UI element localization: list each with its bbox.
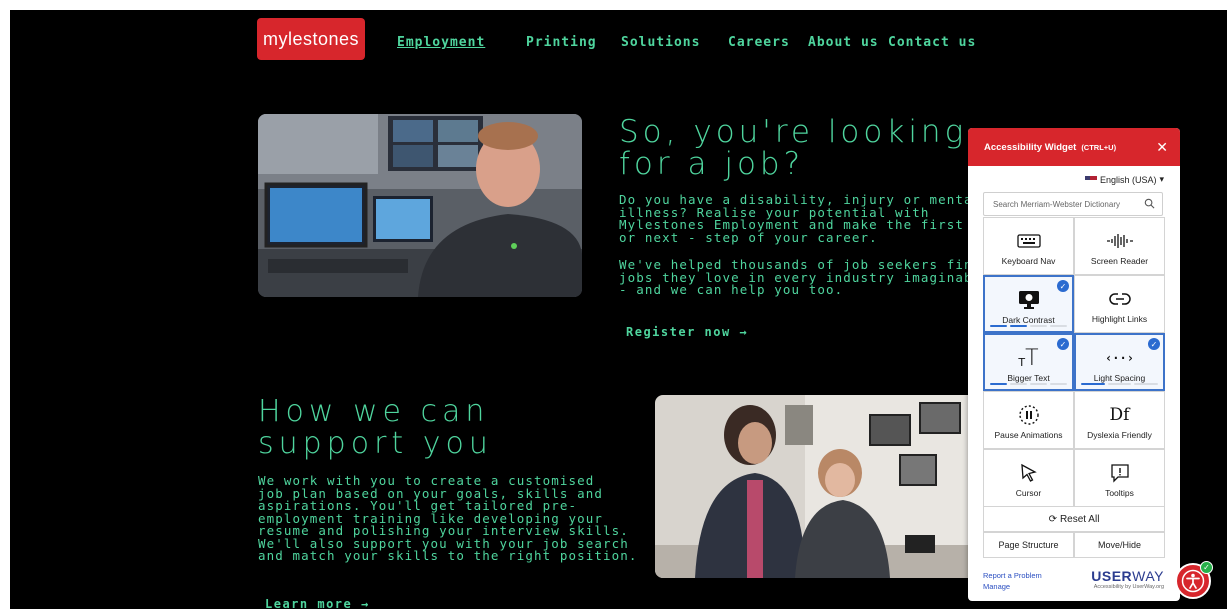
brand-light: WAY xyxy=(1132,568,1164,584)
mylestones-logo[interactable]: mylestones xyxy=(257,18,365,60)
language-selector[interactable]: English (USA) ▾ xyxy=(1084,174,1164,185)
active-check-icon: ✓ xyxy=(1200,561,1213,574)
nav-about-us[interactable]: About us xyxy=(808,35,879,50)
widget-header: Accessibility Widget (CTRL+U) ✕ xyxy=(968,128,1180,166)
nav-printing[interactable]: Printing xyxy=(526,35,597,50)
register-now-link[interactable]: Register now → xyxy=(626,325,748,339)
cursor-icon xyxy=(1019,461,1039,485)
userway-brand[interactable]: USERWAY Accessibility by UserWay.org xyxy=(1091,568,1164,590)
level-indicator xyxy=(990,325,1067,327)
tile-label: Bigger Text xyxy=(1007,373,1050,383)
check-icon: ✓ xyxy=(1057,280,1069,292)
tile-label: Light Spacing xyxy=(1093,373,1146,383)
tile-label: Tooltips xyxy=(1105,488,1134,498)
pause-icon xyxy=(1018,403,1040,427)
tile-label: Dyslexia Friendly xyxy=(1087,430,1152,440)
language-label: English (USA) xyxy=(1099,174,1157,185)
tile-label: Dark Contrast xyxy=(1002,315,1055,325)
dictionary-search xyxy=(983,192,1163,216)
close-icon[interactable]: ✕ xyxy=(1156,139,1168,156)
move-hide-button[interactable]: Move/Hide xyxy=(1074,532,1165,558)
hero-paragraph-2: We've helped thousands of job seekers fi… xyxy=(619,258,990,297)
spacing-icon: ‹··› xyxy=(1105,351,1134,365)
report-problem-link[interactable]: Report a Problem xyxy=(983,570,1042,581)
tile-pause-animations[interactable]: Pause Animations xyxy=(983,391,1074,449)
support-paragraph: We work with you to create a customised … xyxy=(258,474,638,563)
soundwave-icon xyxy=(1106,229,1134,253)
widget-title: Accessibility Widget xyxy=(984,141,1077,153)
support-title: How we can support you xyxy=(258,396,493,460)
keyboard-icon xyxy=(1016,229,1041,253)
hero-p2-line: - and we can help you too. xyxy=(619,282,844,297)
text-size-icon: TT xyxy=(1018,345,1039,371)
tile-screen-reader[interactable]: Screen Reader xyxy=(1074,217,1165,275)
tile-bigger-text[interactable]: ✓ TT Bigger Text xyxy=(983,333,1074,391)
page-structure-button[interactable]: Page Structure xyxy=(983,532,1074,558)
tile-tooltips[interactable]: Tooltips xyxy=(1074,449,1165,507)
tile-highlight-links[interactable]: Highlight Links xyxy=(1074,275,1165,333)
learn-more-link[interactable]: Learn more → xyxy=(265,597,370,609)
brand-subtitle: Accessibility by UserWay.org xyxy=(1093,584,1164,590)
hero-title-line2: for a job? xyxy=(619,146,805,182)
support-title-line1: How we can xyxy=(258,394,490,429)
level-indicator xyxy=(1081,383,1159,385)
manage-link[interactable]: Manage xyxy=(983,581,1042,592)
level-indicator xyxy=(990,383,1067,385)
hero-title: So, you're looking for a job? xyxy=(619,116,967,180)
link-icon xyxy=(1108,287,1131,311)
accessibility-toggle-button[interactable]: ✓ xyxy=(1175,561,1213,599)
support-p-line: and match your skills to the right posit… xyxy=(258,548,638,563)
dictionary-search-input[interactable] xyxy=(993,199,1143,209)
widget-footer-links: Report a Problem Manage xyxy=(983,570,1042,592)
tile-label: Cursor xyxy=(1015,488,1042,498)
check-icon: ✓ xyxy=(1148,338,1160,350)
nav-employment[interactable]: Employment xyxy=(397,35,485,50)
widget-shortcut: (CTRL+U) xyxy=(1081,142,1117,152)
search-icon[interactable] xyxy=(1144,198,1155,209)
hero-photo-man-at-desk xyxy=(258,114,582,297)
tile-label: Screen Reader xyxy=(1090,256,1149,266)
reset-all-button[interactable]: ⟳ Reset All xyxy=(983,506,1165,532)
support-title-line2: support you xyxy=(258,426,493,461)
brand-bold: USER xyxy=(1091,568,1133,584)
monitor-icon xyxy=(1018,288,1040,312)
tooltip-icon xyxy=(1110,461,1130,485)
nav-contact-us[interactable]: Contact us xyxy=(888,35,976,50)
nav-careers[interactable]: Careers xyxy=(728,35,790,50)
hero-p1-line: or next - step of your career. xyxy=(619,229,878,245)
nav-solutions[interactable]: Solutions xyxy=(621,35,700,50)
tile-label: Keyboard Nav xyxy=(1001,256,1056,266)
check-icon: ✓ xyxy=(1057,338,1069,350)
tile-cursor[interactable]: Cursor xyxy=(983,449,1074,507)
support-photo-two-women xyxy=(655,395,985,578)
tile-label: Pause Animations xyxy=(994,430,1063,440)
refresh-icon: ⟳ xyxy=(1048,513,1057,525)
accessibility-widget: Accessibility Widget (CTRL+U) ✕ English … xyxy=(968,128,1180,601)
tile-light-spacing[interactable]: ✓ ‹··› Light Spacing xyxy=(1074,333,1165,391)
tile-dyslexia-friendly[interactable]: Df Dyslexia Friendly xyxy=(1074,391,1165,449)
reset-all-label: Reset All xyxy=(1059,513,1100,525)
accessibility-person-icon xyxy=(1181,569,1205,593)
df-icon: Df xyxy=(1109,405,1130,425)
hero-title-line1: So, you're looking xyxy=(619,114,968,150)
tile-keyboard-nav[interactable]: Keyboard Nav xyxy=(983,217,1074,275)
chevron-down-icon: ▾ xyxy=(1159,174,1164,184)
tile-label: Highlight Links xyxy=(1091,314,1148,324)
tile-dark-contrast[interactable]: ✓ Dark Contrast xyxy=(983,275,1074,333)
hero-paragraph-1: Do you have a disability, injury or ment… xyxy=(619,193,981,245)
us-flag-icon xyxy=(1084,175,1097,184)
